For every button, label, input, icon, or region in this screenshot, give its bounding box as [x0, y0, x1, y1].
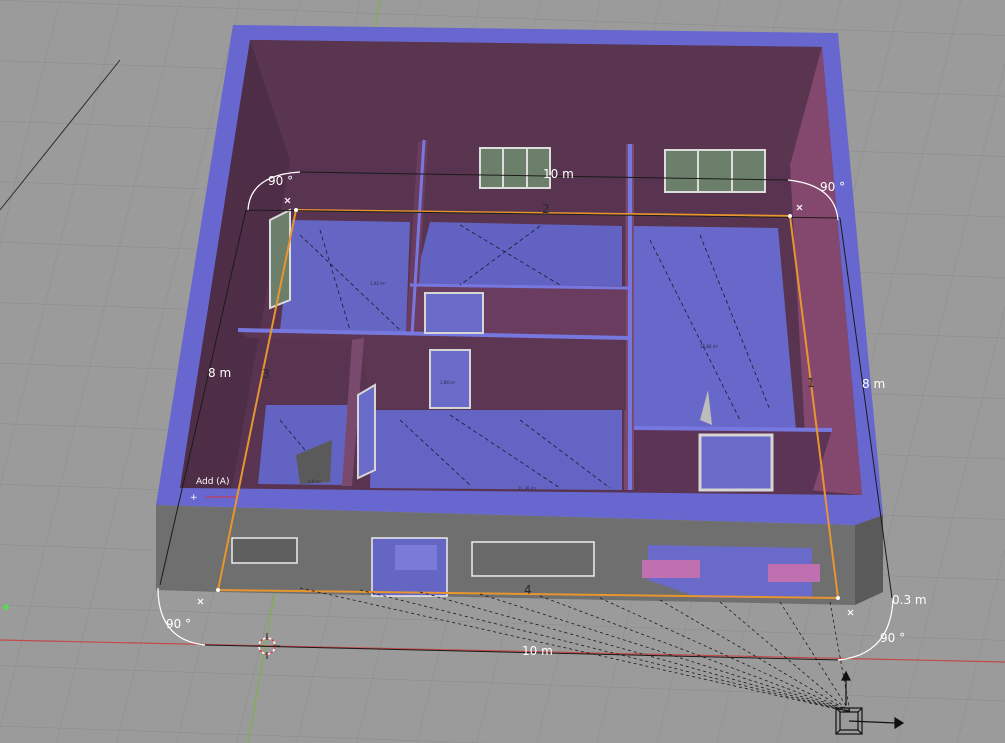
room-area-label: 4.8 m²	[308, 479, 322, 484]
edge-index-2: 2	[542, 202, 550, 216]
right-exterior-wall	[855, 515, 883, 605]
window-sill-right	[768, 564, 820, 582]
room-area-label: 1.92 m²	[370, 281, 386, 286]
vertex-dot[interactable]	[294, 208, 298, 212]
dim-angle-top-left: 90 °	[268, 174, 293, 188]
dim-bottom-width: 10 m	[522, 644, 553, 658]
window-back-left[interactable]	[479, 147, 551, 189]
dim-angle-bottom-right: 90 °	[880, 631, 905, 645]
edge-index-3: 3	[262, 367, 270, 381]
edge-index-4: 4	[524, 583, 532, 597]
room-area-label: 21.36 m²	[518, 486, 537, 491]
back-wall	[250, 40, 822, 165]
window-front-left[interactable]	[231, 537, 298, 564]
door-interior-2[interactable]	[698, 433, 774, 492]
dim-right-depth: 8 m	[862, 377, 885, 391]
room-area-label: 15.84 m²	[700, 344, 719, 349]
dim-thickness: 0.3 m	[892, 593, 927, 607]
house-model[interactable]	[156, 25, 883, 605]
dim-angle-bottom-left: 90 °	[166, 617, 191, 631]
plus-icon: +	[190, 493, 198, 503]
dim-angle-top-right: 90 °	[820, 180, 845, 194]
green-marker	[3, 604, 9, 610]
floor-room-bottom-middle	[370, 410, 622, 490]
vertex-dot[interactable]	[788, 214, 792, 218]
window-sill-left	[642, 560, 700, 578]
floor-room-top-left	[280, 220, 410, 333]
edge-index-1: 1	[807, 376, 815, 390]
add-tool-label: Add (A)	[196, 477, 229, 487]
3d-viewport[interactable]: 10 m 10 m 8 m 8 m 90 ° 90 ° 90 ° 90 ° 0.…	[0, 0, 1005, 743]
vertex-dot[interactable]	[836, 596, 840, 600]
floor-room-right	[634, 226, 796, 430]
dim-left-depth: 8 m	[208, 366, 231, 380]
room-area-label: 1.84 m²	[440, 380, 456, 385]
door-interior-3[interactable]	[429, 349, 471, 409]
door-interior-1[interactable]	[424, 292, 484, 334]
partition-top-edge-3	[633, 426, 833, 432]
window-left-wall[interactable]	[269, 208, 291, 310]
floor-room-top-middle	[414, 222, 622, 286]
window-back-right[interactable]	[664, 149, 766, 193]
door-front-inner	[395, 545, 437, 570]
vertex-dot[interactable]	[216, 588, 220, 592]
door-interior-4[interactable]	[357, 383, 376, 480]
window-front-middle[interactable]	[471, 541, 595, 577]
dim-top-width: 10 m	[543, 167, 574, 181]
